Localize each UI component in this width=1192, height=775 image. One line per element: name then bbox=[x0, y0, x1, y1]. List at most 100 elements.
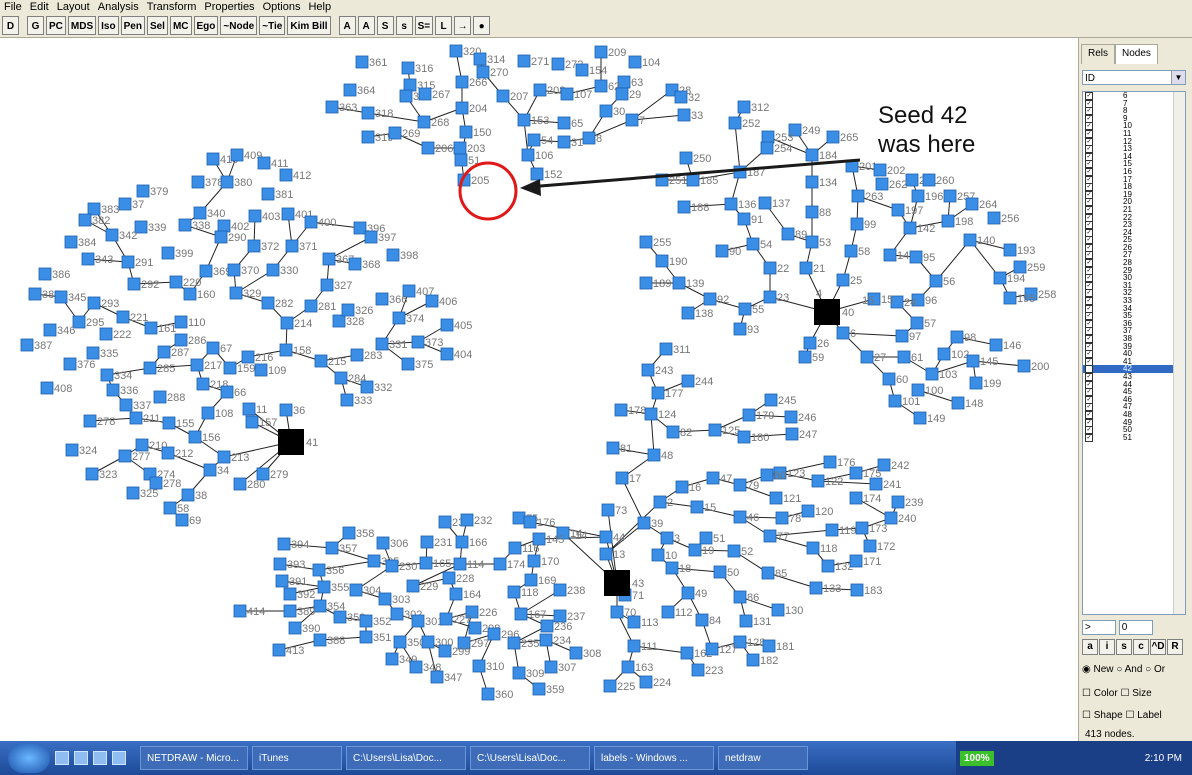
graph-node[interactable] bbox=[806, 541, 820, 555]
node-list-item[interactable]: ✓ 46 bbox=[1083, 395, 1185, 404]
graph-node[interactable] bbox=[472, 659, 486, 673]
radio-new[interactable]: ◉ New bbox=[1082, 664, 1114, 675]
graph-node[interactable] bbox=[523, 515, 537, 529]
graph-node[interactable] bbox=[333, 610, 347, 624]
graph-node[interactable] bbox=[320, 278, 334, 292]
graph-node[interactable] bbox=[178, 218, 192, 232]
graph-node[interactable] bbox=[455, 535, 469, 549]
graph-node[interactable] bbox=[603, 679, 617, 693]
graph-node[interactable] bbox=[188, 430, 202, 444]
node-list-item[interactable]: ✓ 44 bbox=[1083, 380, 1185, 389]
graph-node[interactable] bbox=[401, 357, 415, 371]
graph-node[interactable] bbox=[355, 55, 369, 69]
graph-node[interactable] bbox=[969, 376, 983, 390]
graph-node[interactable] bbox=[190, 358, 204, 372]
graph-node[interactable] bbox=[85, 467, 99, 481]
graph-node[interactable] bbox=[639, 675, 653, 689]
graph-node[interactable] bbox=[763, 261, 777, 275]
graph-node[interactable] bbox=[699, 531, 713, 545]
graph-node[interactable] bbox=[242, 402, 256, 416]
graph-node[interactable] bbox=[651, 386, 665, 400]
node-list-item[interactable]: ✓ 21 bbox=[1083, 205, 1185, 214]
graph-node[interactable] bbox=[214, 230, 228, 244]
graph-node[interactable] bbox=[201, 406, 215, 420]
node-list-item[interactable]: ✓ 28 bbox=[1083, 259, 1185, 268]
graph-node[interactable] bbox=[530, 167, 544, 181]
graph-node[interactable] bbox=[361, 130, 375, 144]
taskbar-item[interactable]: labels - Windows ... bbox=[594, 746, 714, 770]
graph-node[interactable] bbox=[191, 175, 205, 189]
graph-node[interactable] bbox=[143, 361, 157, 375]
graph-node[interactable] bbox=[83, 414, 97, 428]
graph-node[interactable] bbox=[821, 559, 835, 573]
graph-node[interactable] bbox=[40, 381, 54, 395]
node-list-item[interactable]: ✓ 50 bbox=[1083, 426, 1185, 435]
node-list-item[interactable]: ✓ 34 bbox=[1083, 304, 1185, 313]
graph-node[interactable] bbox=[910, 316, 924, 330]
graph-node[interactable] bbox=[527, 554, 541, 568]
graph-node[interactable] bbox=[661, 605, 675, 619]
graph-node[interactable] bbox=[157, 345, 171, 359]
graph-node[interactable] bbox=[637, 516, 651, 530]
graph-node[interactable] bbox=[551, 57, 565, 71]
node-list-item[interactable]: ✓ 40 bbox=[1083, 350, 1185, 359]
graph-node[interactable] bbox=[421, 141, 435, 155]
graph-node[interactable] bbox=[746, 237, 760, 251]
menu-options[interactable]: Options bbox=[259, 0, 305, 14]
graph-node[interactable] bbox=[922, 173, 936, 187]
graph-node[interactable] bbox=[430, 670, 444, 684]
graph-node[interactable] bbox=[223, 361, 237, 375]
graph-node[interactable] bbox=[733, 510, 747, 524]
graph-node[interactable] bbox=[708, 423, 722, 437]
taskbar-item[interactable]: C:\Users\Lisa\Doc... bbox=[346, 746, 466, 770]
graph-node[interactable] bbox=[514, 607, 528, 621]
graph-node[interactable] bbox=[496, 89, 510, 103]
graph-node[interactable] bbox=[724, 197, 738, 211]
network-canvas[interactable]: 3953653212733203142091043613162702712721… bbox=[0, 17, 1078, 741]
graph-node[interactable] bbox=[911, 383, 925, 397]
radio-or[interactable]: ○ Or bbox=[1145, 664, 1165, 675]
graph-node[interactable] bbox=[420, 535, 434, 549]
ie-icon[interactable] bbox=[93, 751, 107, 765]
graph-node[interactable] bbox=[106, 383, 120, 397]
graph-node[interactable] bbox=[442, 571, 456, 585]
graph-node[interactable] bbox=[798, 350, 812, 364]
graph-node[interactable] bbox=[449, 44, 463, 58]
graph-node[interactable] bbox=[87, 296, 101, 310]
operator-select[interactable]: > bbox=[1082, 620, 1116, 635]
panel-button-3[interactable]: c bbox=[1133, 639, 1149, 655]
graph-node[interactable] bbox=[888, 394, 902, 408]
checkbox-label[interactable]: ☐ Label bbox=[1125, 710, 1161, 721]
graph-node[interactable] bbox=[882, 372, 896, 386]
graph-node[interactable] bbox=[760, 141, 774, 155]
node-list-item[interactable]: ✓ 32 bbox=[1083, 289, 1185, 298]
graph-node[interactable] bbox=[690, 500, 704, 514]
graph-node[interactable] bbox=[659, 342, 673, 356]
panel-button-2[interactable]: s bbox=[1116, 639, 1132, 655]
graph-node[interactable] bbox=[313, 633, 327, 647]
graph-node[interactable] bbox=[359, 614, 373, 628]
graph-node[interactable] bbox=[411, 335, 425, 349]
toolbar-button-16[interactable]: S= bbox=[414, 16, 434, 35]
attribute-select[interactable]: ID ▼ bbox=[1082, 70, 1186, 85]
graph-node[interactable] bbox=[897, 350, 911, 364]
node-list-item[interactable]: ✓ 6 bbox=[1083, 92, 1185, 100]
toolbar-button-9[interactable]: ~Node bbox=[220, 16, 258, 35]
graph-node[interactable] bbox=[325, 541, 339, 555]
node-list-item[interactable]: ✓ 31 bbox=[1083, 281, 1185, 290]
graph-node[interactable] bbox=[199, 264, 213, 278]
node-list-item[interactable]: ✓ 18 bbox=[1083, 183, 1185, 192]
menu-transform[interactable]: Transform bbox=[143, 0, 201, 14]
graph-node[interactable] bbox=[705, 642, 719, 656]
graph-node[interactable] bbox=[99, 327, 113, 341]
node-list-item[interactable]: ✓ 39 bbox=[1083, 342, 1185, 351]
graph-node[interactable] bbox=[317, 580, 331, 594]
graph-node[interactable] bbox=[695, 613, 709, 627]
explorer-icon[interactable] bbox=[74, 751, 88, 765]
graph-node[interactable] bbox=[175, 513, 189, 527]
hub-node[interactable] bbox=[278, 429, 304, 455]
graph-node[interactable] bbox=[869, 477, 883, 491]
graph-node[interactable] bbox=[419, 556, 433, 570]
graph-node[interactable] bbox=[672, 276, 686, 290]
node-list-item[interactable]: ✓ 25 bbox=[1083, 236, 1185, 245]
